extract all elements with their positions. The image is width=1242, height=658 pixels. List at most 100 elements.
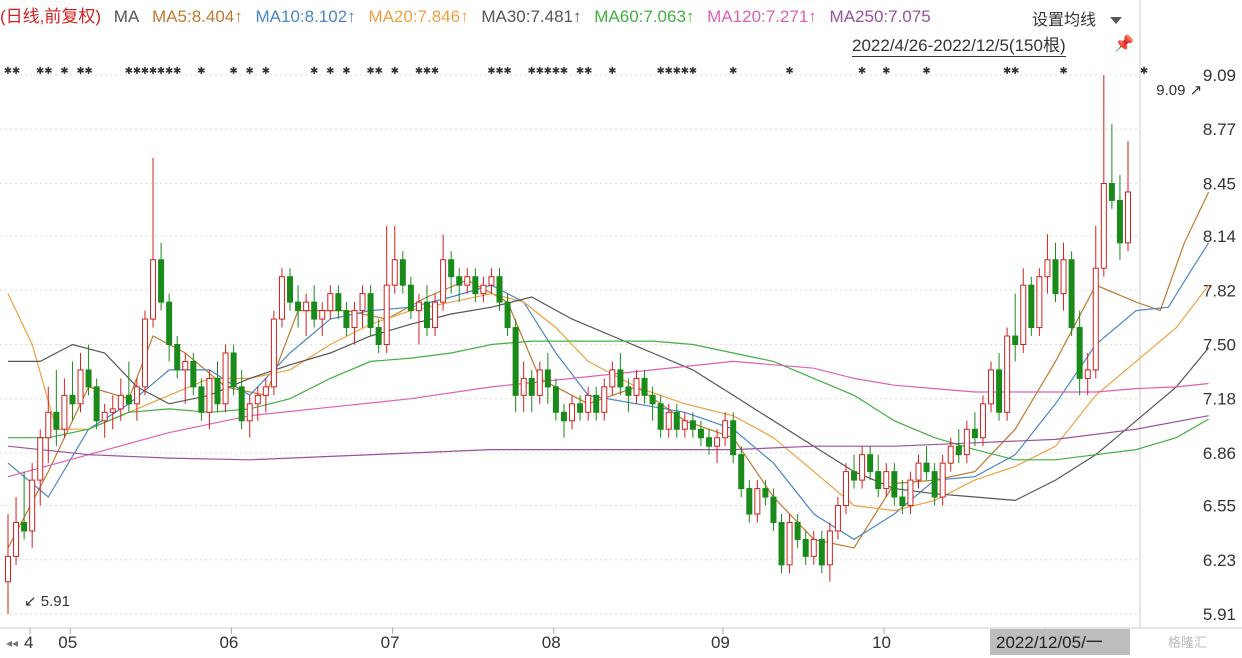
candle-body: [93, 386, 100, 422]
candle-body: [859, 454, 866, 481]
event-marker-icon: ✱: [431, 66, 439, 77]
candle-body: [593, 394, 600, 413]
candle-body: [770, 496, 777, 523]
candle-body: [899, 496, 906, 507]
event-marker-icon: ✱: [342, 66, 350, 77]
candle-body: [472, 276, 479, 295]
candle-body: [810, 538, 817, 557]
x-tick-label: 10: [872, 633, 891, 652]
cursor-date-label: 2022/12/05/一: [996, 633, 1103, 652]
event-marker-icon: ✱: [374, 66, 382, 77]
candle-body: [520, 377, 527, 396]
event-marker-icon: ✱: [1011, 66, 1019, 77]
y-tick-label: 7.50: [1203, 336, 1236, 355]
candle-body: [1116, 199, 1123, 244]
x-tick-label: 4: [24, 633, 33, 652]
candle-body: [617, 369, 624, 388]
candle-body: [456, 276, 463, 286]
candle-body: [1020, 284, 1027, 345]
y-tick-label: 8.45: [1203, 174, 1236, 193]
candle-body: [657, 403, 664, 430]
candle-body: [415, 301, 422, 312]
candle-body: [923, 462, 930, 473]
candle-body: [287, 276, 294, 303]
event-marker-icon: ✱: [173, 66, 181, 77]
candle-body: [303, 301, 310, 312]
x-tick-label: 07: [381, 633, 400, 652]
candle-body: [496, 276, 503, 303]
candle-body: [907, 479, 914, 507]
candle-body: [21, 521, 28, 532]
candle-body: [238, 386, 245, 422]
candle-body: [359, 293, 366, 312]
candle-body: [335, 293, 342, 312]
candle-body: [939, 462, 946, 498]
event-marker-icon: ✱: [246, 66, 254, 77]
candle-body: [778, 521, 785, 566]
x-tick-label: 05: [58, 633, 77, 652]
candle-body: [826, 530, 833, 566]
candle-body: [641, 377, 648, 396]
candle-body: [1084, 369, 1091, 379]
candle-body: [818, 538, 825, 566]
candle-body: [754, 488, 761, 515]
candle-body: [738, 454, 745, 490]
candle-body: [278, 276, 285, 320]
x-tick-label: 06: [219, 633, 238, 652]
event-marker-icon: ✱: [858, 66, 866, 77]
candle-body: [649, 394, 656, 405]
candle-body: [432, 301, 439, 329]
candle-body: [560, 411, 567, 422]
candle-body: [69, 394, 76, 405]
watermark: 格隆汇: [1168, 635, 1208, 650]
candle-body: [794, 521, 801, 540]
candle-body: [246, 403, 253, 422]
event-marker-icon: ✱: [1059, 66, 1067, 77]
candle-body: [61, 394, 68, 430]
candle-body: [45, 411, 52, 439]
candle-body: [1052, 259, 1059, 295]
candle-body: [488, 276, 495, 286]
candle-body: [182, 360, 189, 371]
candle-body: [391, 259, 398, 286]
candle-body: [198, 386, 205, 413]
candle-body: [963, 428, 970, 456]
candle-body: [383, 284, 390, 345]
candle-body: [1044, 259, 1051, 278]
candle-body: [125, 394, 132, 405]
event-marker-icon: ✱: [560, 66, 568, 77]
candle-body: [714, 437, 721, 447]
candle-body: [802, 538, 809, 557]
candlestick-chart[interactable]: 9.098.778.458.147.827.507.186.866.556.23…: [0, 0, 1242, 658]
candle-body: [399, 259, 406, 286]
candle-body: [1028, 284, 1035, 329]
candle-body: [440, 259, 447, 303]
event-marker-icon: ✱: [262, 66, 270, 77]
candle-body: [117, 394, 124, 410]
event-marker-icon: ✱: [729, 66, 737, 77]
candle-body: [166, 301, 173, 346]
candle-body: [254, 394, 261, 405]
event-marker-icon: ✱: [922, 66, 930, 77]
candle-body: [569, 403, 576, 422]
event-marker-icon: ✱: [197, 66, 205, 77]
y-tick-label: 7.18: [1203, 390, 1236, 409]
candle-body: [746, 488, 753, 515]
candle-body: [504, 301, 511, 329]
candle-body: [407, 284, 414, 312]
candle-body: [673, 411, 680, 430]
candle-body: [13, 521, 20, 557]
candle-body: [5, 555, 11, 583]
y-tick-label: 7.82: [1203, 281, 1236, 300]
candle-body: [77, 369, 84, 405]
event-marker-icon: ✱: [391, 66, 399, 77]
candle-body: [947, 445, 954, 464]
candle-body: [512, 327, 519, 396]
candle-body: [536, 369, 543, 396]
event-marker-icon: ✱: [229, 66, 237, 77]
candle-body: [367, 293, 374, 329]
candle-body: [1036, 276, 1043, 329]
candle-body: [996, 369, 1003, 413]
ma60-line: [8, 340, 1209, 461]
event-marker-icon: ✱: [689, 66, 697, 77]
